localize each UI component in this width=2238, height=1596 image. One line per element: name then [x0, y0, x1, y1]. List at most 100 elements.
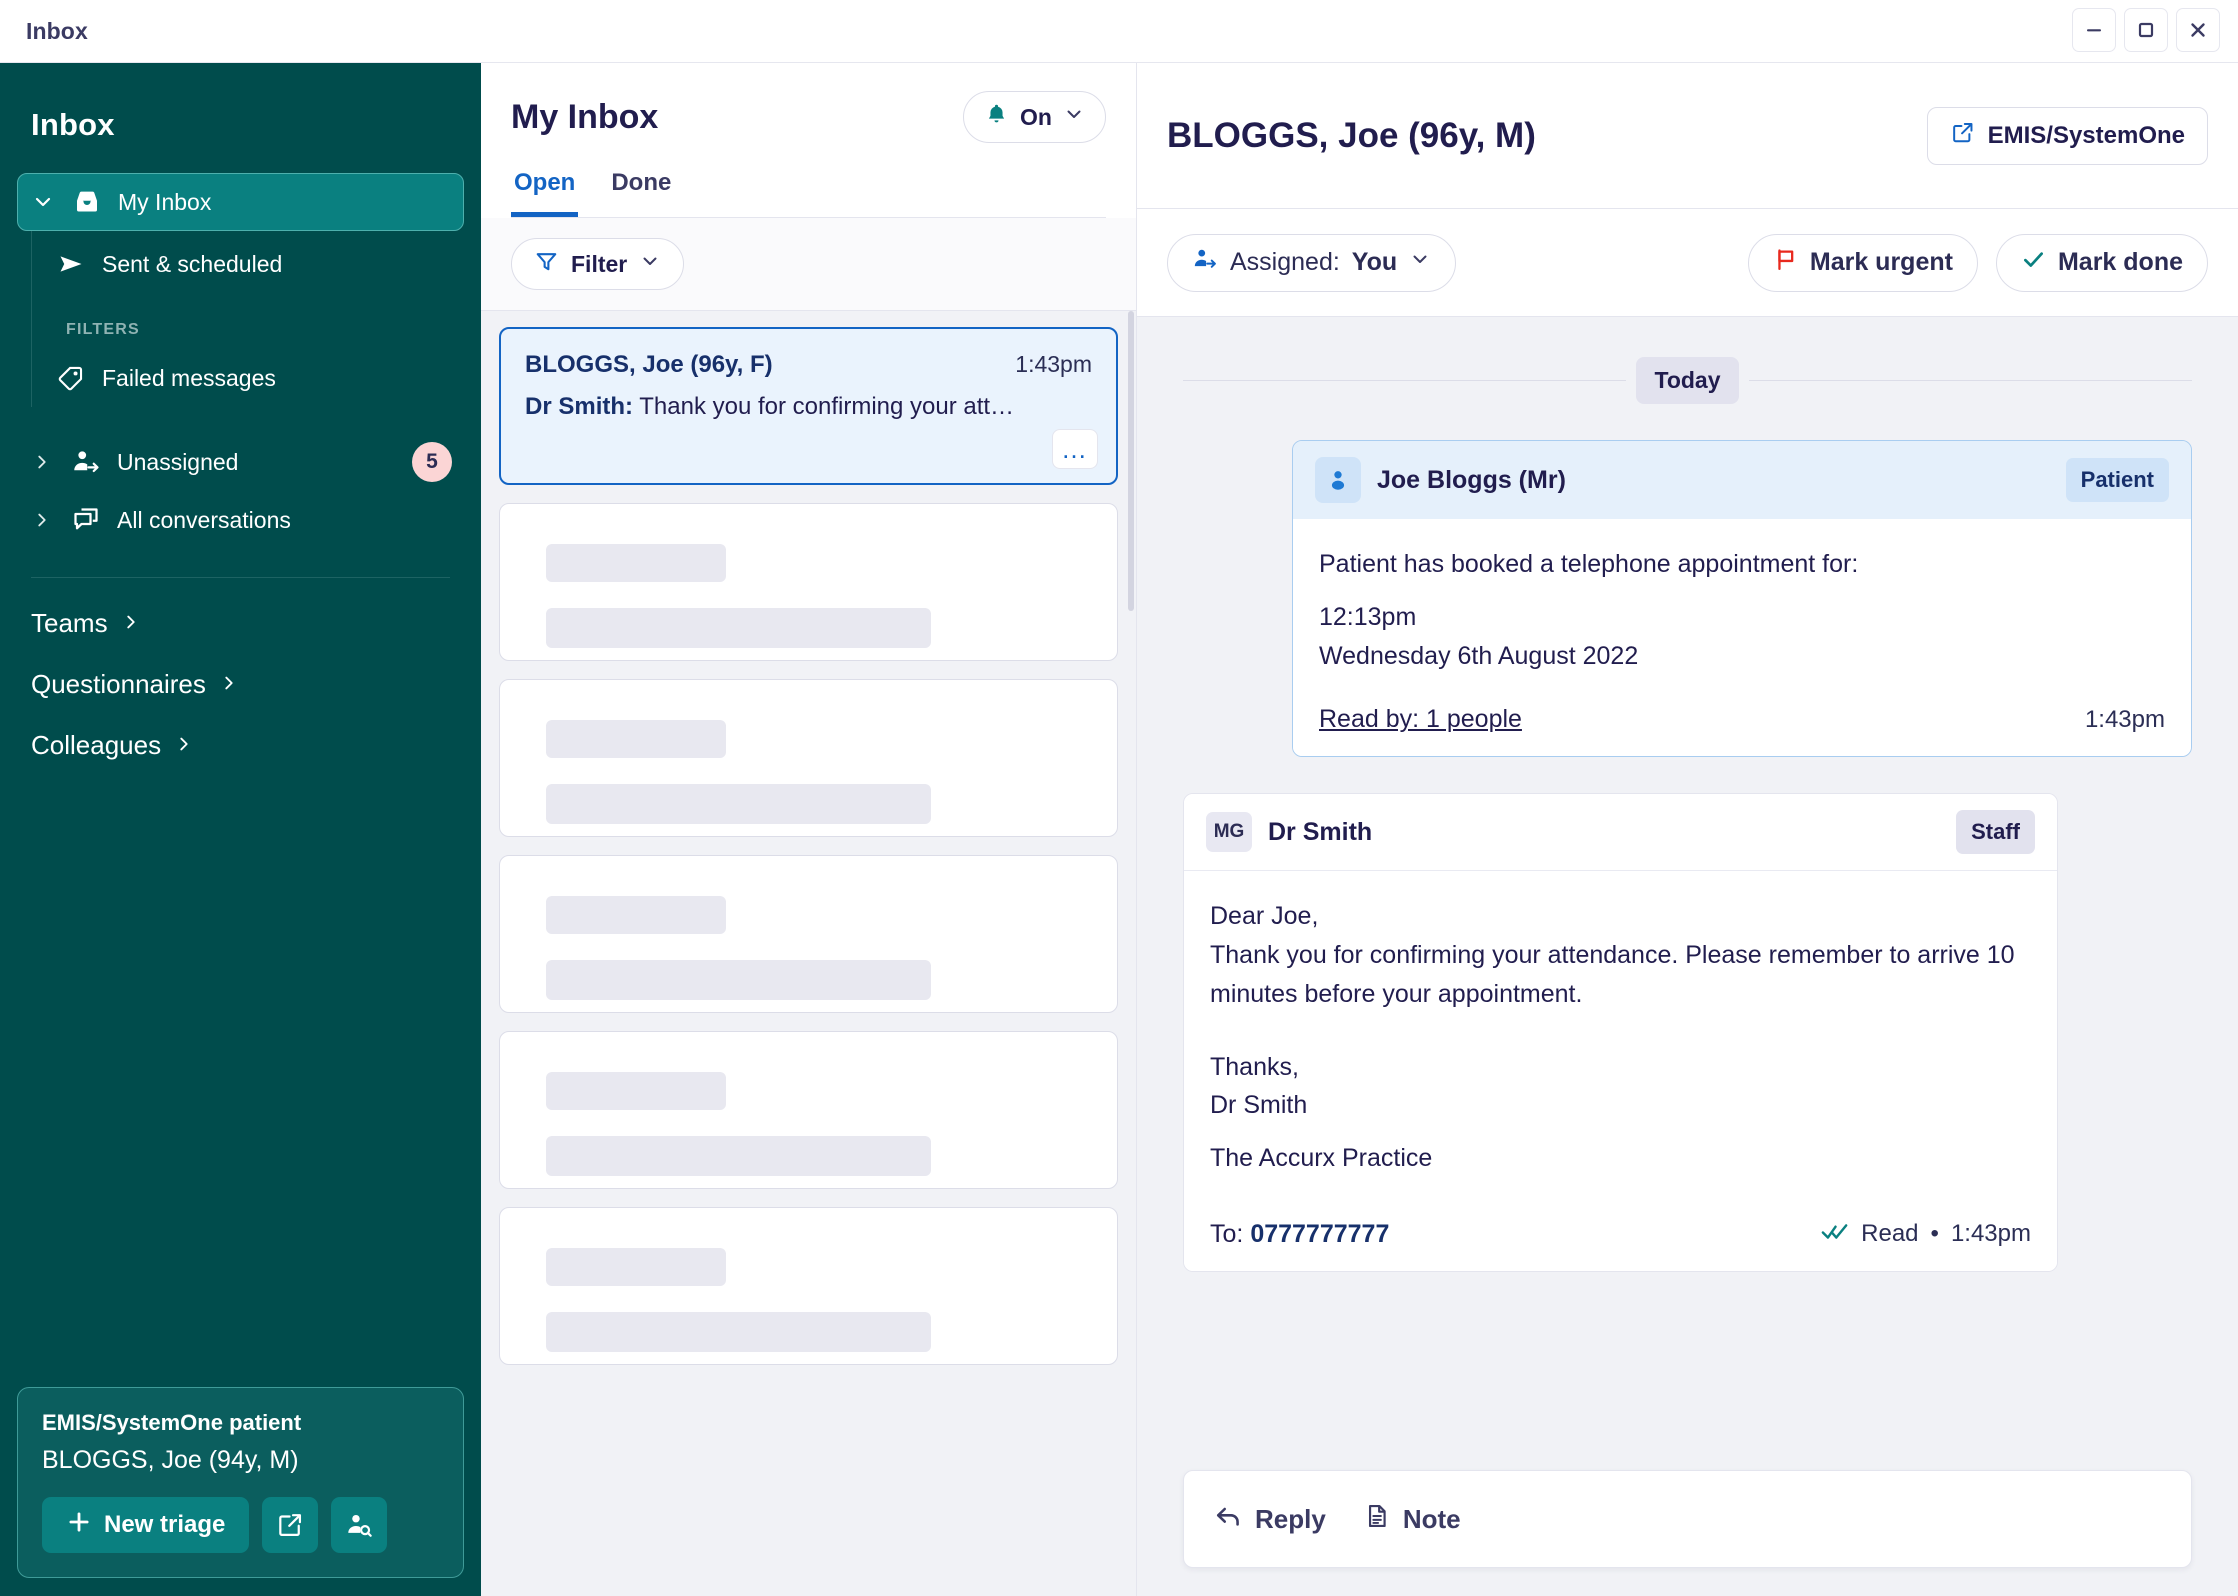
compose-icon[interactable] — [262, 1497, 319, 1553]
message-line: Dear Joe, — [1210, 902, 1319, 931]
message-footer: Read by: 1 people 1:43pm — [1319, 705, 2165, 734]
tab-open[interactable]: Open — [511, 165, 579, 217]
inbox-icon — [70, 187, 104, 217]
find-patient-icon[interactable] — [331, 1497, 388, 1553]
sidebar-item-all-conversations[interactable]: All conversations — [17, 491, 464, 549]
read-by-link[interactable]: Read by: 1 people — [1319, 705, 1522, 734]
filter-button[interactable]: Filter — [511, 238, 685, 290]
conversation-list-item-placeholder[interactable] — [499, 679, 1118, 837]
sidebar-link-label: Questionnaires — [31, 669, 206, 699]
day-divider-label: Today — [1636, 357, 1739, 404]
bell-icon — [984, 102, 1009, 133]
patient-card-title: EMIS/SystemOne patient — [42, 1410, 302, 1435]
maximize-button[interactable] — [2124, 8, 2168, 52]
message-line: Thank you for confirming your attendance… — [1210, 941, 2015, 1008]
flag-icon — [1773, 247, 1798, 279]
sidebar-item-colleagues[interactable]: Colleagues — [31, 730, 450, 761]
sidebar-item-unassigned[interactable]: Unassigned 5 — [17, 433, 464, 491]
conversation-list-item-selected[interactable]: BLOGGS, Joe (96y, F) 1:43pm Dr Smith: Th… — [499, 327, 1118, 485]
new-triage-button[interactable]: New triage — [42, 1497, 250, 1553]
skeleton-line — [546, 1136, 931, 1176]
double-check-icon — [1821, 1220, 1849, 1249]
sidebar-primary-nav: My Inbox — [0, 143, 481, 231]
unassigned-count-badge: 5 — [412, 442, 452, 482]
conversation-preview: Thank you for confirming your att… — [639, 393, 1015, 420]
note-button[interactable]: Note — [1364, 1503, 1461, 1536]
skeleton-line — [546, 1312, 931, 1352]
conversation-list-item-placeholder[interactable] — [499, 503, 1118, 661]
conversation-list-scroll[interactable]: BLOGGS, Joe (96y, F) 1:43pm Dr Smith: Th… — [481, 311, 1136, 1596]
window-controls — [2072, 8, 2220, 52]
status-badge: Staff — [1956, 810, 2035, 855]
sidebar-filters-heading: FILTERS — [66, 321, 140, 338]
emis-systemone-button[interactable]: EMIS/SystemOne — [1926, 106, 2208, 165]
sidebar-item-label: Unassigned — [117, 448, 239, 475]
assign-user-icon — [69, 447, 103, 477]
send-icon — [54, 250, 88, 278]
assigned-dropdown[interactable]: Assigned: You — [1167, 233, 1457, 292]
sidebar-link-label: Teams — [31, 608, 108, 638]
message-header: Joe Bloggs (Mr) Patient — [1293, 441, 2191, 519]
to-label: To: — [1210, 1219, 1244, 1248]
detail-action-buttons: Mark urgent Mark done — [1747, 233, 2208, 292]
mark-done-button[interactable]: Mark done — [1995, 233, 2208, 292]
sidebar-item-sent-scheduled[interactable]: Sent & scheduled — [32, 235, 464, 293]
sidebar-heading: Inbox — [31, 107, 115, 142]
assigned-prefix: Assigned: — [1230, 248, 1340, 276]
chevron-down-icon — [639, 250, 661, 278]
message-line: Dr Smith — [1210, 1091, 1308, 1120]
sidebar-item-teams[interactable]: Teams — [31, 608, 450, 639]
message-author: Joe Bloggs (Mr) — [1377, 465, 1566, 494]
sidebar-link-label: Colleagues — [31, 730, 162, 760]
message-author: Dr Smith — [1268, 817, 1373, 846]
avatar: MG — [1206, 812, 1252, 853]
status-badge: Patient — [2065, 458, 2169, 502]
patient-card-name: BLOGGS, Joe (94y, M) — [42, 1446, 299, 1474]
tag-icon — [54, 364, 88, 392]
message-body: Patient has booked a telephone appointme… — [1293, 519, 2191, 757]
reply-icon — [1214, 1502, 1242, 1537]
assign-user-icon — [1192, 246, 1218, 279]
sidebar-item-failed-messages[interactable]: Failed messages — [32, 349, 464, 407]
message-line-spacer — [1210, 1014, 2031, 1048]
chevron-down-icon — [1409, 248, 1431, 277]
sidebar-links: Teams Questionnaires Colleagues — [0, 578, 481, 761]
list-scrollbar[interactable] — [1128, 311, 1134, 1596]
sidebar-item-label: Sent & scheduled — [102, 250, 283, 277]
sidebar-item-questionnaires[interactable]: Questionnaires — [31, 669, 450, 700]
sidebar: Inbox My Inbox Sent & scheduled FILTERS … — [0, 63, 481, 1596]
conversation-detail-column: BLOGGS, Joe (96y, M) EMIS/SystemOne Assi… — [1137, 63, 2238, 1596]
inbox-tabs: Open Done — [511, 165, 1106, 218]
conversation-list-item-placeholder[interactable] — [499, 1031, 1118, 1189]
notifications-toggle[interactable]: On — [963, 91, 1106, 143]
more-options-icon[interactable]: … — [1052, 429, 1098, 469]
chevron-down-icon — [1063, 103, 1085, 131]
message-line: Patient has booked a telephone appointme… — [1319, 550, 1859, 578]
close-button[interactable] — [2176, 8, 2220, 52]
day-divider: Today — [1183, 357, 2192, 404]
message-line: 12:13pm — [1319, 602, 1417, 631]
funnel-icon — [534, 249, 559, 280]
minimize-button[interactable] — [2072, 8, 2116, 52]
filter-bar: Filter — [481, 218, 1136, 311]
mark-urgent-button[interactable]: Mark urgent — [1747, 233, 1978, 292]
skeleton-line — [546, 784, 931, 824]
sidebar-item-label: Failed messages — [102, 364, 276, 391]
message-time: 1:43pm — [1950, 1220, 2031, 1248]
message-line: The Accurx Practice — [1210, 1144, 1433, 1172]
tab-done[interactable]: Done — [608, 165, 674, 217]
composer-bar: Reply Note — [1183, 1470, 2192, 1568]
filter-label: Filter — [571, 250, 628, 277]
to-value: 0777777777 — [1250, 1219, 1390, 1248]
external-link-icon — [1950, 120, 1975, 152]
sidebar-item-label: My Inbox — [118, 188, 212, 215]
chevron-down-icon — [30, 191, 56, 213]
message-header: MG Dr Smith Staff — [1184, 794, 2057, 872]
sidebar-item-my-inbox[interactable]: My Inbox — [17, 173, 464, 231]
conversation-list-item-placeholder[interactable] — [499, 855, 1118, 1013]
conversation-list-item-placeholder[interactable] — [499, 1207, 1118, 1365]
chevron-right-icon — [121, 608, 141, 639]
conversation-patient-name: BLOGGS, Joe (96y, F) — [525, 351, 773, 378]
reply-button[interactable]: Reply — [1214, 1502, 1326, 1537]
reply-label: Reply — [1255, 1503, 1326, 1534]
